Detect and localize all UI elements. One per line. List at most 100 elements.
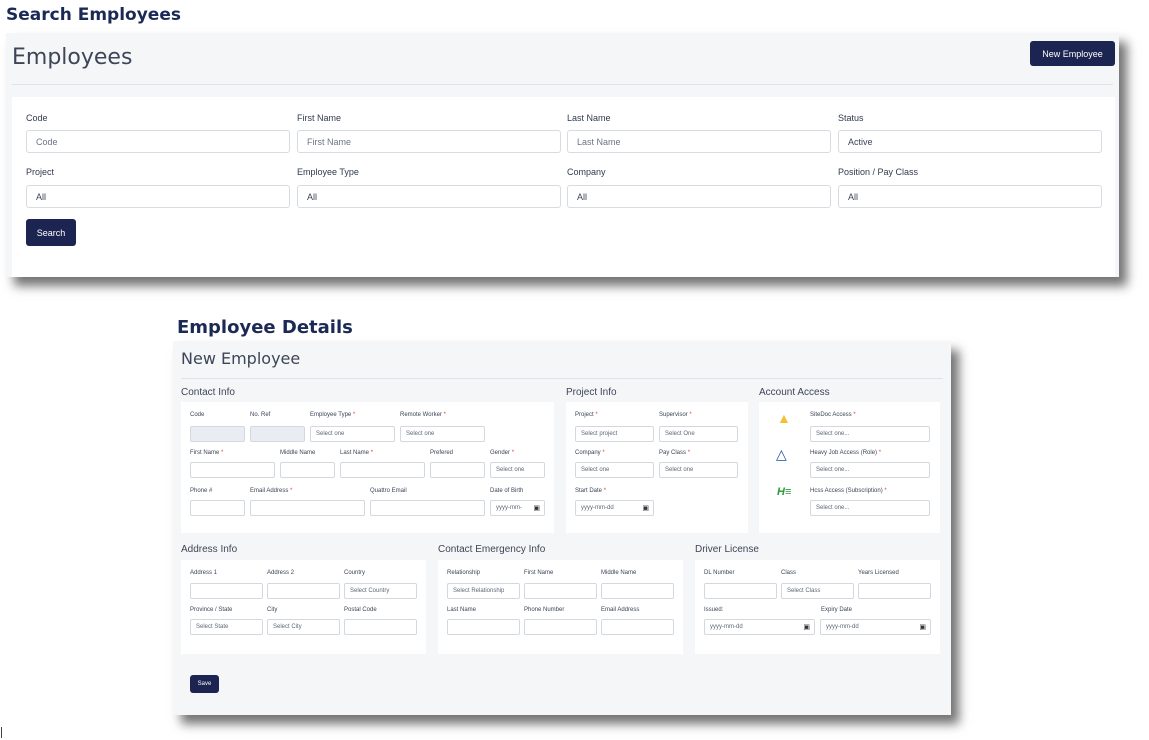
hcss-access-select[interactable]: Select one...	[810, 500, 930, 516]
last-name-input[interactable]	[340, 462, 425, 478]
employee-type-select[interactable]: All	[297, 185, 561, 208]
expiry-date-label: Expiry Date	[821, 607, 853, 613]
expiry-date-input[interactable]: yyyy-mm-dd ▣	[820, 619, 931, 635]
company-label: Company	[567, 167, 606, 177]
address1-label: Address 1	[190, 570, 218, 576]
emergency-info-card: Relationship First Name Middle Name Sele…	[438, 560, 683, 654]
first-name-input[interactable]: First Name	[297, 130, 561, 153]
calendar-icon[interactable]: ▣	[919, 623, 926, 631]
project-label: Project	[26, 167, 55, 177]
prefered-label: Prefered	[430, 450, 454, 456]
postal-code-input[interactable]	[344, 619, 417, 635]
supervisor-label: Supervisor *	[659, 412, 692, 418]
gender-label: Gender *	[490, 450, 515, 456]
emergency-phone-input[interactable]	[524, 619, 597, 635]
dob-label: Date of Birth	[490, 488, 524, 494]
heavyjob-access-select[interactable]: Select one...	[810, 462, 930, 478]
page-title: Employees	[12, 45, 133, 70]
middle-name-label: Middle Name	[280, 450, 316, 456]
contact-info-title: Contact Info	[181, 387, 235, 398]
years-licensed-label: Years Licensed	[858, 570, 899, 576]
emergency-last-name-label: Last Name	[447, 607, 477, 613]
remote-worker-label: Remote Worker *	[400, 412, 446, 418]
calendar-icon[interactable]: ▣	[642, 504, 649, 512]
employee-type-select[interactable]: Select one	[310, 426, 395, 442]
no-ref-label: No. Ref	[250, 412, 271, 418]
city-label: City	[267, 607, 278, 613]
status-label: Status	[838, 113, 864, 123]
company-select[interactable]: Select one	[575, 462, 654, 478]
quattro-email-label: Quattro Email	[370, 488, 407, 494]
issued-label: Issued:	[704, 607, 724, 613]
address-info-title: Address Info	[181, 544, 238, 555]
account-access-title: Account Access	[759, 387, 830, 398]
driver-license-title: Driver License	[695, 544, 759, 555]
emergency-first-name-label: First Name	[524, 570, 554, 576]
sitedoc-triangle-icon: ▲	[777, 410, 791, 426]
emergency-email-label: Email Address	[601, 607, 640, 613]
employee-type-label: Employee Type	[297, 167, 359, 177]
sitedoc-access-select[interactable]: Select one...	[810, 426, 930, 442]
class-label: Class	[781, 570, 797, 576]
divider	[12, 84, 1113, 85]
emergency-middle-name-input[interactable]	[601, 583, 674, 599]
province-label: Province / State	[190, 607, 233, 613]
position-pay-class-select[interactable]: All	[838, 185, 1102, 208]
emergency-last-name-input[interactable]	[447, 619, 520, 635]
country-select[interactable]: Select Country	[344, 583, 417, 599]
code-input[interactable]: Code	[26, 130, 290, 153]
calendar-icon[interactable]: ▣	[803, 623, 810, 631]
code-input	[190, 426, 245, 442]
project-info-card: Project * Supervisor * Select project Se…	[566, 402, 748, 533]
province-select[interactable]: Select State	[190, 619, 263, 635]
first-name-input[interactable]	[190, 462, 275, 478]
address2-input[interactable]	[267, 583, 340, 599]
country-label: Country	[344, 570, 366, 576]
first-name-label: First Name *	[190, 450, 224, 456]
dob-input[interactable]: yyyy-mm- ▣	[490, 500, 545, 516]
last-name-label: Last Name *	[340, 450, 374, 456]
last-name-input[interactable]: Last Name	[567, 130, 831, 153]
relationship-label: Relationship	[447, 570, 481, 576]
emergency-middle-name-label: Middle Name	[601, 570, 637, 576]
quattro-email-input[interactable]	[370, 500, 485, 516]
pay-class-select[interactable]: Select one	[659, 462, 738, 478]
emergency-first-name-input[interactable]	[524, 583, 597, 599]
gender-select[interactable]: Select one	[490, 462, 545, 478]
city-select[interactable]: Select City	[267, 619, 340, 635]
address1-input[interactable]	[190, 583, 263, 599]
project-select[interactable]: Select project	[575, 426, 654, 442]
emergency-info-title: Contact Emergency Info	[438, 544, 546, 555]
stray-mark	[1, 727, 2, 738]
search-employees-heading: Search Employees	[6, 5, 181, 25]
phone-label: Phone #	[190, 488, 213, 494]
supervisor-select[interactable]: Select One	[659, 426, 738, 442]
email-input[interactable]	[250, 500, 365, 516]
prefered-input[interactable]	[430, 462, 485, 478]
dl-number-input[interactable]	[704, 583, 777, 599]
middle-name-input[interactable]	[280, 462, 335, 478]
phone-input[interactable]	[190, 500, 245, 516]
emergency-email-input[interactable]	[601, 619, 674, 635]
save-button[interactable]: Save	[190, 675, 219, 693]
class-select[interactable]: Select Class	[781, 583, 854, 599]
issued-date-input[interactable]: yyyy-mm-dd ▣	[704, 619, 815, 635]
project-info-title: Project Info	[566, 387, 617, 398]
address-info-card: Address 1 Address 2 Country Select Count…	[181, 560, 426, 654]
calendar-icon[interactable]: ▣	[533, 504, 540, 512]
no-ref-input	[250, 426, 305, 442]
company-select[interactable]: All	[567, 185, 831, 208]
search-button[interactable]: Search	[26, 219, 76, 246]
account-access-card: ▲ SiteDoc Access * Select one... △ Heavy…	[759, 402, 940, 533]
project-select[interactable]: All	[26, 185, 290, 208]
new-employee-button[interactable]: New Employee	[1030, 41, 1115, 66]
project-label: Project *	[575, 412, 598, 418]
search-filters-card: Code First Name Last Name Status Code Fi…	[12, 97, 1115, 277]
relationship-select[interactable]: Select Relationship	[447, 583, 520, 599]
status-select[interactable]: Active	[838, 130, 1102, 153]
years-licensed-input[interactable]	[858, 583, 931, 599]
first-name-label: First Name	[297, 113, 342, 123]
remote-worker-select[interactable]: Select one	[400, 426, 485, 442]
heavyjob-triangle-icon: △	[776, 446, 787, 462]
start-date-input[interactable]: yyyy-mm-dd ▣	[575, 500, 654, 516]
